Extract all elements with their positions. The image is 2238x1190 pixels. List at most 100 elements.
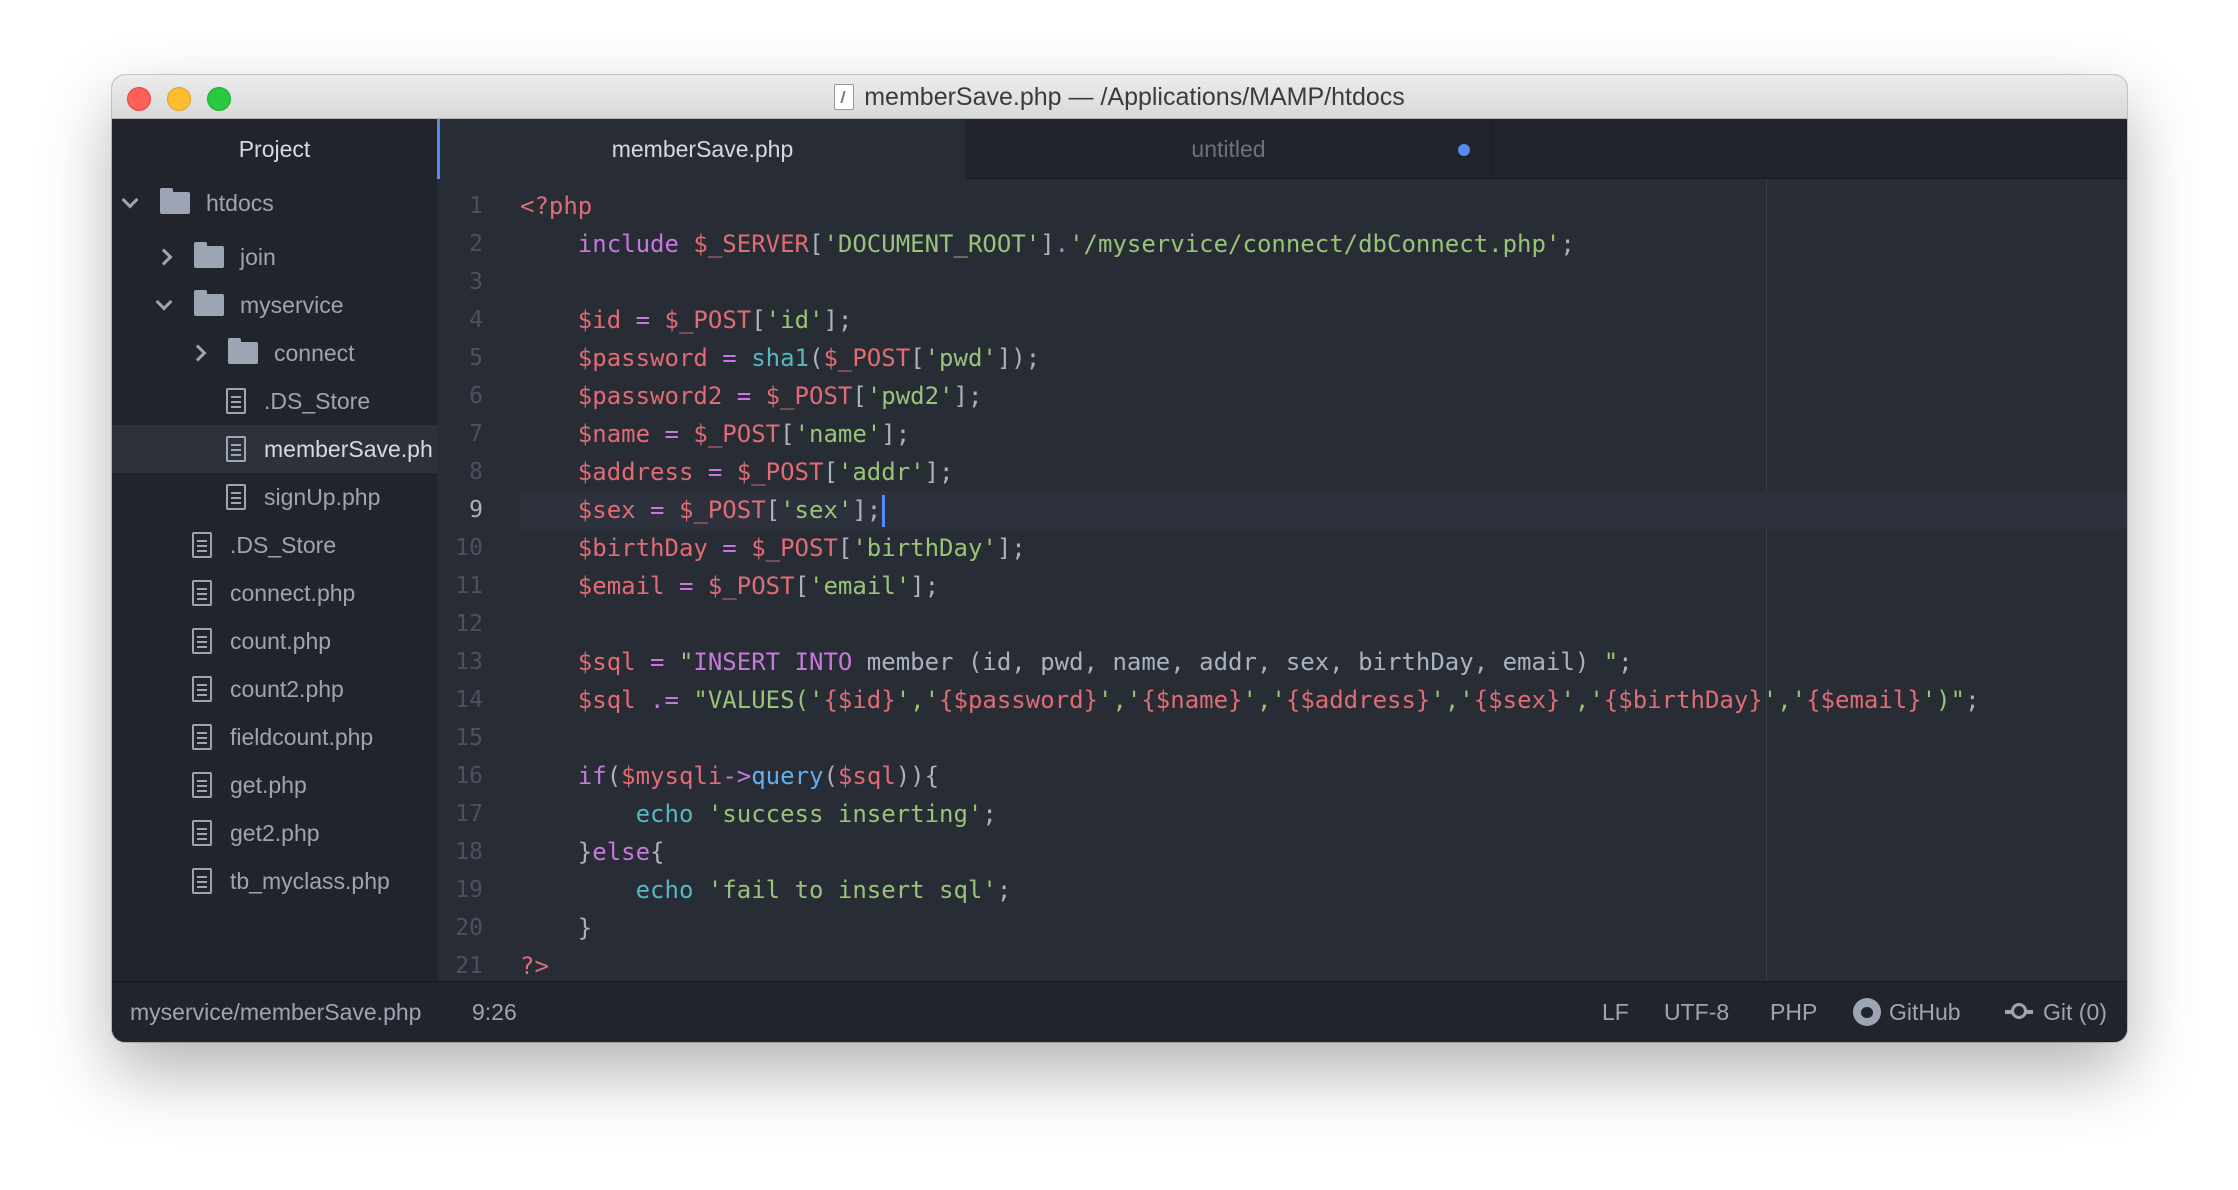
tree-label: get2.php [230,819,320,846]
code-token: [ [751,306,766,334]
code-token: ; [1560,230,1575,258]
title-bar: memberSave.php — /Applications/MAMP/htdo… [112,75,2127,119]
code-line[interactable]: } [520,909,592,947]
code-line[interactable]: $password2 = $_POST['pwd2']; [520,377,983,415]
code-token: $sex [577,496,636,524]
modified-dot-icon[interactable] [1458,144,1470,156]
file-icon [192,532,212,558]
code-token: {$address} [1285,686,1431,714]
code-token: = [650,420,694,448]
status-encoding[interactable]: UTF-8 [1664,982,1729,1042]
window-title: memberSave.php — /Applications/MAMP/htdo… [864,82,1405,111]
code-token: $address [577,458,694,486]
code-token: $birthDay [577,534,708,562]
line-number: 12 [455,611,483,637]
line-number: 2 [469,231,483,257]
code-token: ]; [953,382,983,410]
code-token: <?php [520,192,593,220]
code-token: ',' [895,686,940,714]
code-token: [ [823,458,838,486]
status-github[interactable]: GitHub [1853,982,1961,1042]
code-token: = [635,496,679,524]
code-token: 'DOCUMENT_ROOT' [823,230,1041,258]
code-token: [ [809,230,824,258]
code-token: 'sex' [780,496,853,524]
code-line[interactable]: $name = $_POST['name']; [520,415,910,453]
code-token: $_POST [823,344,911,372]
code-token: ]; [881,420,911,448]
line-number: 5 [469,345,483,371]
code-token: "VALUES(' [693,686,824,714]
code-line[interactable]: echo 'fail to insert sql'; [520,871,1012,909]
tab-membersave[interactable]: memberSave.php [437,119,965,180]
code-line[interactable]: include $_SERVER['DOCUMENT_ROOT'].'/myse… [520,225,1575,263]
code-token: $_POST [664,306,752,334]
status-file-path[interactable]: myservice/memberSave.php [130,982,421,1042]
tree-folder-htdocs[interactable]: htdocs [112,179,449,227]
code-line[interactable]: }else{ [520,833,665,871]
code-token: ; [982,800,997,828]
file-icon [192,772,212,798]
code-line[interactable]: echo 'success inserting'; [520,795,997,833]
code-token: " [678,648,694,676]
code-line[interactable]: $sql .= "VALUES('{$id}','{$password}','{… [520,681,1980,719]
git-commit-icon [2005,1003,2033,1019]
code-token: query [751,762,824,790]
code-token: ]; [924,458,954,486]
line-number-gutter: 1 2 3 4 5 6 7 8 9 10 11 12 13 14 15 16 17 18 19 20 21 [437,179,507,981]
code-token: } [577,838,593,866]
status-git[interactable]: Git (0) [2005,982,2107,1042]
code-token: INSERT INTO [693,648,853,676]
tab-untitled[interactable]: untitled [965,119,1493,179]
code-line[interactable]: if($mysqli->query($sql)){ [520,757,939,795]
status-grammar[interactable]: PHP [1770,982,1817,1042]
tree-label: connect [274,339,355,366]
code-line[interactable]: $password = sha1($_POST['pwd']); [520,339,1040,377]
code-line[interactable]: ?> [520,947,549,981]
tab-bar: memberSave.php untitled [437,119,2127,180]
tree-label: tb_myclass.php [230,867,390,894]
chevron-down-icon [121,191,139,209]
folder-icon [194,242,224,268]
tree-folder-myservice[interactable]: myservice [112,281,483,329]
code-line[interactable]: $sex = $_POST['sex']; [520,491,886,529]
status-cursor-position[interactable]: 9:26 [472,982,517,1042]
code-line[interactable]: $birthDay = $_POST['birthDay']; [520,529,1026,567]
code-token: '/myservice/connect/dbConnect.php' [1069,230,1561,258]
code-token: $sql [577,686,636,714]
code-token: $_POST [736,458,824,486]
project-header[interactable]: Project [112,119,437,179]
code-token: 'id' [765,306,824,334]
code-line[interactable]: $address = $_POST['addr']; [520,453,954,491]
code-token: { [650,838,665,866]
code-token: include [577,230,679,258]
code-token: = [621,306,665,334]
code-token: ( [606,762,622,790]
code-editor[interactable]: 1 2 3 4 5 6 7 8 9 10 11 12 13 14 15 16 17 18 19 20 21 <?php … [437,179,2127,981]
code-token: 'addr' [837,458,925,486]
code-token: [ [780,420,795,448]
code-token: 'birthDay' [852,534,997,562]
code-line[interactable]: $email = $_POST['email']; [520,567,939,605]
code-token: ] [1040,230,1055,258]
code-token: = [722,382,766,410]
code-token: = [693,458,737,486]
code-token: = [707,344,752,372]
file-icon [192,820,212,846]
tree-folder-join[interactable]: join [112,233,483,281]
code-token: " [1603,648,1619,676]
status-line-ending[interactable]: LF [1602,982,1629,1042]
code-token: {$password} [939,686,1098,714]
code-token: $sql [837,762,896,790]
code-token: [ [852,382,867,410]
code-token: . [1054,230,1070,258]
tree-label: count.php [230,627,332,654]
code-line[interactable]: $sql = "INSERT INTO member (id, pwd, nam… [520,643,1633,681]
code-line[interactable]: $id = $_POST['id']; [520,301,853,339]
code-line[interactable]: <?php [520,187,592,225]
chevron-right-icon [155,248,173,266]
